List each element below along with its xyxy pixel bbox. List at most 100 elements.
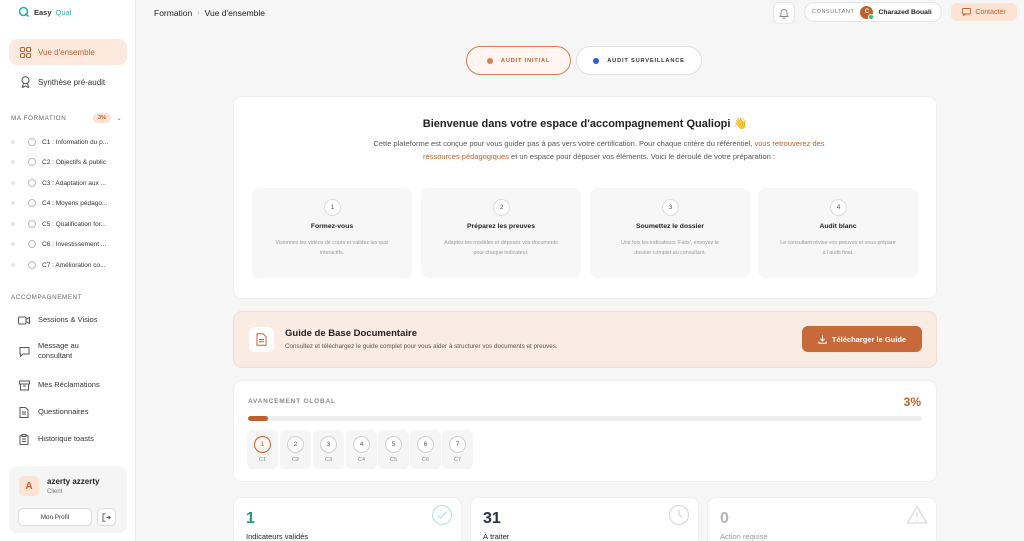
sidebar-criterion-c7[interactable]: C7 : Amélioration co... xyxy=(11,259,106,271)
document-icon xyxy=(18,406,30,418)
consultant-name: Charazed Bouali xyxy=(878,8,932,16)
criterion-box-c1[interactable]: 1 C1 xyxy=(247,430,278,469)
sidebar-item-questionnaires[interactable]: Questionnaires xyxy=(18,406,108,418)
welcome-text: Cette plateforme est conçue pour vous gu… xyxy=(373,139,825,161)
logout-icon xyxy=(102,512,111,522)
chat-icon xyxy=(962,8,972,16)
grid-icon xyxy=(19,46,31,58)
guide-description: Consultez et téléchargez le guide comple… xyxy=(285,343,558,350)
circle-icon xyxy=(28,261,36,269)
clipboard-icon xyxy=(18,433,30,445)
consultant-avatar: C xyxy=(860,5,875,20)
criterion-box-c7[interactable]: 7 C7 xyxy=(442,430,473,469)
circle-icon xyxy=(28,158,36,166)
sidebar-criterion-c1[interactable]: C1 : Information du p... xyxy=(11,136,108,148)
clock-icon xyxy=(668,504,690,526)
brand-logo[interactable]: Easy Qual xyxy=(18,6,71,18)
download-icon xyxy=(818,335,827,344)
sidebar-criterion-c2[interactable]: C2 : Objectifs & public xyxy=(11,156,106,168)
profile-card: A azerty azzerty Client Mon Profil xyxy=(9,466,127,533)
formation-progress-badge: 3% xyxy=(93,113,111,123)
status-dot xyxy=(593,57,600,64)
guide-title: Guide de Base Documentaire xyxy=(285,328,417,339)
profile-name: azerty azzerty xyxy=(47,477,100,486)
brand-name: Easy xyxy=(34,7,52,17)
step-card-2: 2 Préparez les preuves Adaptez les modèl… xyxy=(421,188,581,278)
sidebar-item-reclamations[interactable]: Mes Réclamations xyxy=(18,379,108,391)
step-card-3: 3 Soumettez le dossier Une fois les indi… xyxy=(590,188,750,278)
award-icon xyxy=(19,76,31,88)
welcome-title: Bienvenue dans votre espace d'accompagne… xyxy=(422,118,748,130)
stat-card-to-process: 31 À traiter xyxy=(471,498,698,541)
check-circle-icon xyxy=(431,504,453,526)
stat-value: 31 xyxy=(483,510,501,527)
circle-icon xyxy=(28,240,36,248)
tab-audit-initial[interactable]: AUDIT INITIAL xyxy=(466,46,571,75)
circle-icon xyxy=(28,199,36,207)
breadcrumb-formation[interactable]: Formation xyxy=(154,8,192,18)
video-icon xyxy=(18,314,30,326)
breadcrumb-separator: › xyxy=(197,9,200,17)
top-header: Formation › Vue d'ensemble CONSULTANT C … xyxy=(137,0,1024,27)
consultant-label: CONSULTANT xyxy=(812,9,855,15)
avatar: A xyxy=(19,476,39,496)
stat-card-action-required: 0 Action requise xyxy=(708,498,936,541)
stat-value: 0 xyxy=(720,510,729,527)
chevron-down-icon[interactable]: ⌄ xyxy=(116,114,122,122)
nav-label: Synthèse pré-audit xyxy=(38,77,106,87)
step-card-1: 1 Formez-vous Visionnez les vidéos de co… xyxy=(252,188,412,278)
bell-icon xyxy=(779,8,789,19)
guide-banner: Guide de Base Documentaire Consultez et … xyxy=(234,312,936,367)
stat-value: 1 xyxy=(246,510,255,527)
profile-role: Client xyxy=(47,489,63,495)
progress-percent: 3% xyxy=(903,395,921,409)
progress-card: AVANCEMENT GLOBAL 3% 1 C1 2 C2 3 C3 4 C4 5 C5… xyxy=(234,381,936,481)
contact-button[interactable]: Contacter xyxy=(951,3,1017,21)
nav-vue-ensemble[interactable]: Vue d'ensemble xyxy=(9,39,127,65)
stat-label: Indicateurs validés xyxy=(246,532,309,541)
my-profile-button[interactable]: Mon Profil xyxy=(18,508,92,526)
file-icon xyxy=(249,327,274,352)
progress-label: AVANCEMENT GLOBAL xyxy=(248,398,336,405)
logo-icon xyxy=(18,6,30,18)
stat-card-validated: 1 Indicateurs validés xyxy=(234,498,461,541)
warning-icon xyxy=(906,505,928,524)
breadcrumb: Formation › Vue d'ensemble xyxy=(154,8,265,18)
brand-accent: Qual xyxy=(55,7,72,17)
circle-icon xyxy=(28,179,36,187)
step-card-4: 4 Audit blanc Le consultant révise vos p… xyxy=(758,188,918,278)
notifications-button[interactable] xyxy=(773,2,795,24)
sidebar-criterion-c3[interactable]: C3 : Adaptation aux ... xyxy=(11,177,106,189)
sidebar-criterion-c4[interactable]: C4 : Moyens pédago... xyxy=(11,197,107,209)
circle-icon xyxy=(28,220,36,228)
welcome-card: Bienvenue dans votre espace d'accompagne… xyxy=(234,97,936,298)
sidebar-item-sessions[interactable]: Sessions & Visios xyxy=(18,314,108,326)
sidebar-item-historique-toasts[interactable]: Historique toasts xyxy=(18,433,108,445)
progress-bar xyxy=(248,416,922,421)
archive-icon xyxy=(18,379,30,391)
consultant-chip[interactable]: CONSULTANT C Charazed Bouali xyxy=(804,2,942,22)
message-icon xyxy=(18,345,30,357)
circle-icon xyxy=(28,138,36,146)
breadcrumb-current: Vue d'ensemble xyxy=(204,8,265,18)
criterion-box-c3[interactable]: 3 C3 xyxy=(313,430,344,469)
sidebar-item-message[interactable]: Message au consultant xyxy=(18,341,108,361)
section-accompagnement: ACCOMPAGNEMENT xyxy=(11,294,83,301)
nav-label: Vue d'ensemble xyxy=(38,47,95,57)
download-guide-button[interactable]: Télécharger le Guide xyxy=(802,326,922,352)
criterion-box-c2[interactable]: 2 C2 xyxy=(280,430,311,469)
sidebar-criterion-c5[interactable]: C5 : Qualification for... xyxy=(11,218,106,230)
criterion-box-c6[interactable]: 6 C6 xyxy=(410,430,441,469)
tab-audit-surveillance[interactable]: AUDIT SURVEILLANCE xyxy=(576,46,702,75)
logout-button[interactable] xyxy=(97,508,116,526)
progress-bar-fill xyxy=(248,416,269,421)
sidebar: Easy Qual Vue d'ensemble Synthèse pré-aud… xyxy=(0,0,136,541)
nav-synthese-pre-audit[interactable]: Synthèse pré-audit xyxy=(9,69,127,95)
section-ma-formation: MA FORMATION xyxy=(11,115,67,122)
sidebar-criterion-c6[interactable]: C6 : Investissement ... xyxy=(11,238,106,250)
criterion-box-c5[interactable]: 5 C5 xyxy=(378,430,409,469)
criterion-box-c4[interactable]: 4 C4 xyxy=(346,430,377,469)
stat-label: Action requise xyxy=(720,532,768,541)
stat-label: À traiter xyxy=(483,532,510,541)
status-dot xyxy=(486,57,493,64)
